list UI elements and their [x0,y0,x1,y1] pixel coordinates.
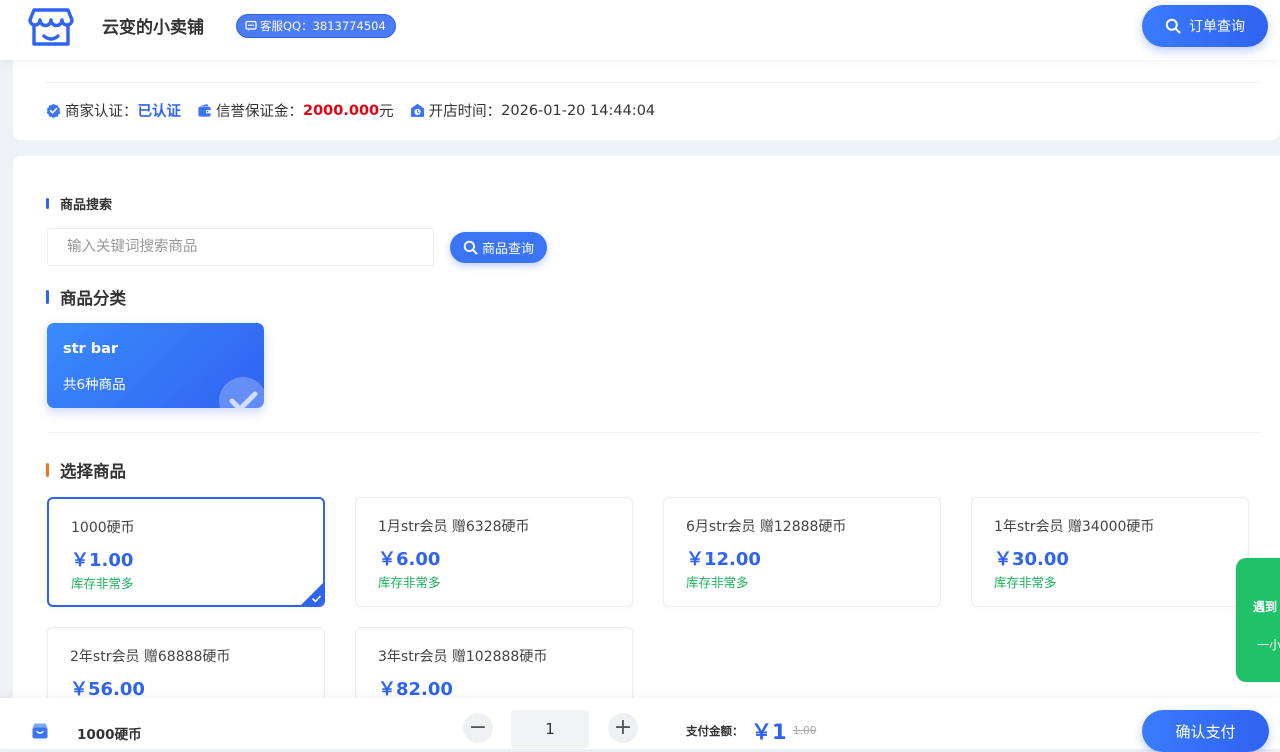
product-stock: 库存非常多 [686,575,749,590]
wallet-icon [198,103,211,117]
section-marker [46,290,49,304]
product-section-label: 选择商品 [60,462,126,481]
divider [46,82,1261,83]
search-icon [1165,18,1181,34]
search-section-label: 商品搜索 [60,198,113,213]
open-time: 开店时间： 2026-01-20 14:44:04 [410,100,656,121]
merchant-verification: 商家认证： 已认证 [46,100,181,121]
pay-amount-label: 支付金额： [686,724,744,738]
product-name: 1000硬币 [71,520,135,536]
category-section-title: 商品分类 [46,285,126,309]
deposit-unit: 元 [379,104,394,120]
main-content-card: 商品搜索 输入关键词搜索商品 商品查询 商品分类 str bar 共6种商品 选… [13,156,1280,749]
category-section-label: 商品分类 [60,289,126,308]
order-query-button[interactable]: 订单查询 [1142,5,1268,47]
open-time-value: 2026-01-20 14:44:04 [501,102,656,119]
selected-product-name: 1000硬币 [77,727,142,743]
shopping-bag-icon [32,723,48,739]
qq-label: 客服QQ：3813774504 [260,19,386,33]
product-name: 3年str会员 赠102888硬币 [378,649,548,665]
product-card[interactable]: 1000硬币 ￥1.00 库存非常多 [47,497,325,607]
product-price: ￥6.00 [378,549,441,570]
product-name: 2年str会员 赠68888硬币 [70,649,231,665]
product-stock: 库存非常多 [994,575,1057,590]
deposit-value: 2000.000 [303,102,380,119]
confirm-payment-button[interactable]: 确认支付 [1142,710,1269,752]
category-card[interactable]: str bar 共6种商品 [47,323,264,408]
verified-badge-icon [46,103,61,118]
product-price: ￥30.00 [994,549,1069,570]
product-search-input[interactable]: 输入关键词搜索商品 [47,228,434,266]
product-card[interactable]: 1年str会员 赠34000硬币 ￥30.00 库存非常多 [971,497,1249,607]
category-count: 共6种商品 [63,377,126,393]
shop-info-card: 商家认证： 已认证 信誉保证金： 2000.000 元 开店时间： 2026-0… [13,60,1280,140]
shop-time-icon [410,103,424,117]
section-marker [46,463,49,477]
pay-amount-value: ￥1 [751,720,787,744]
product-name: 1年str会员 赠34000硬币 [994,519,1155,535]
product-price: ￥12.00 [686,549,761,570]
section-marker [46,198,49,209]
divider [47,432,1261,433]
original-price: 1.00 [793,725,817,737]
side-floating-notice[interactable]: 遇到 一小 [1236,558,1280,682]
side-notice-line2: 一小 [1257,638,1280,652]
search-button-label: 商品查询 [481,242,534,257]
credit-deposit: 信誉保证金： 2000.000 元 [197,100,394,121]
quantity-decrease-button[interactable]: − [463,713,493,743]
product-section-title: 选择商品 [46,458,126,482]
product-search-button[interactable]: 商品查询 [450,232,547,263]
product-stock: 库存非常多 [378,575,441,590]
selected-check-icon [219,377,264,408]
product-name: 1月str会员 赠6328硬币 [378,519,530,535]
product-price: ￥1.00 [71,550,134,571]
merchant-label: 商家认证： [65,104,138,120]
product-stock: 库存非常多 [71,576,134,591]
selected-corner-check-icon [301,583,323,605]
order-query-label: 订单查询 [1189,19,1245,35]
chat-icon [245,20,257,31]
product-card[interactable]: 1月str会员 赠6328硬币 ￥6.00 库存非常多 [355,497,633,607]
product-card[interactable]: 6月str会员 赠12888硬币 ￥12.00 库存非常多 [663,497,941,607]
quantity-input[interactable]: 1 [511,710,589,748]
open-time-label: 开店时间： [428,104,502,120]
shop-name: 云变的小卖铺 [102,18,204,38]
quantity-increase-button[interactable]: + [608,713,638,743]
customer-service-qq-badge[interactable]: 客服QQ：3813774504 [236,14,396,38]
deposit-label: 信誉保证金： [216,104,303,120]
top-header: 云变的小卖铺 客服QQ：3813774504 订单查询 [0,0,1280,60]
side-notice-line1: 遇到 [1253,600,1278,614]
shop-info-row: 商家认证： 已认证 信誉保证金： 2000.000 元 开店时间： 2026-0… [46,100,671,121]
category-name: str bar [63,341,119,357]
product-name: 6月str会员 赠12888硬币 [686,519,847,535]
search-icon [463,240,478,255]
shop-logo-icon[interactable] [28,6,74,48]
checkout-bar: 1000硬币 − 1 + 支付金额： ￥1 1.00 确认支付 [0,698,1280,752]
search-section-title: 商品搜索 [46,194,112,213]
merchant-value: 已认证 [137,104,182,120]
